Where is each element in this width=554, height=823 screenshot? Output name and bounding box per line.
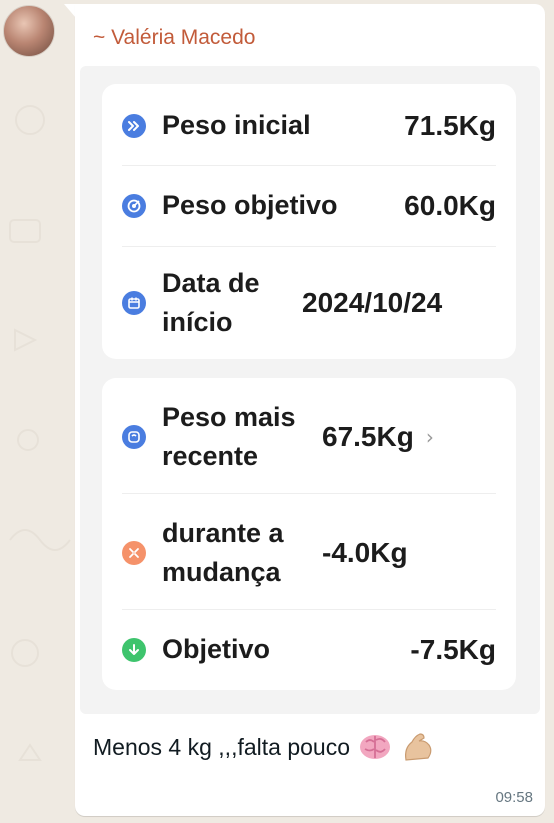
message-bubble[interactable]: ~ Valéria Macedo Peso inicial 71.5Kg Pes…	[75, 4, 545, 816]
arrow-down-icon	[122, 638, 146, 662]
row-change: durante a mudança -4.0Kg	[122, 510, 496, 596]
row-goal: Objetivo -7.5Kg	[122, 628, 496, 672]
weight-summary-card: Peso inicial 71.5Kg Peso objetivo 60.0Kg…	[102, 84, 516, 359]
row-label: Objetivo	[162, 634, 271, 665]
divider	[122, 246, 496, 247]
chevron-right-icon[interactable]: ›	[426, 425, 434, 449]
row-initial-weight: Peso inicial 71.5Kg	[122, 106, 496, 146]
flexed-biceps-emoji-icon	[400, 730, 434, 764]
row-value: 60.0Kg	[404, 190, 496, 221]
row-value: -4.0Kg	[322, 537, 408, 568]
brain-emoji-icon	[358, 732, 392, 762]
row-target-weight: Peso objetivo 60.0Kg	[122, 186, 496, 226]
row-label: durante a mudança	[162, 517, 284, 587]
row-label: Peso objetivo	[162, 190, 338, 221]
caption-text: Menos 4 kg ,,,falta pouco	[93, 733, 350, 760]
row-latest-weight[interactable]: Peso mais recente 67.5Kg ›	[122, 394, 496, 480]
divider	[122, 165, 496, 166]
row-start-date: Data de início 2024/10/24	[122, 260, 496, 346]
divider	[122, 609, 496, 610]
divider	[122, 493, 496, 494]
message-timestamp: 09:58	[495, 789, 533, 806]
row-value: -7.5Kg	[410, 634, 496, 665]
sender-name[interactable]: ~ Valéria Macedo	[93, 26, 255, 50]
row-value: 2024/10/24	[302, 287, 443, 318]
row-label: Peso inicial	[162, 110, 311, 141]
row-value: 67.5Kg	[322, 421, 414, 452]
message-caption: Menos 4 kg ,,,falta pouco	[93, 730, 434, 764]
fast-forward-icon	[122, 114, 146, 138]
row-value: 71.5Kg	[404, 110, 496, 141]
target-icon	[122, 194, 146, 218]
row-label: Peso mais recente	[162, 401, 296, 471]
scale-icon	[122, 425, 146, 449]
sender-avatar[interactable]	[3, 5, 55, 57]
attached-image[interactable]: Peso inicial 71.5Kg Peso objetivo 60.0Kg…	[80, 66, 540, 714]
weight-progress-card: Peso mais recente 67.5Kg › durante a mud…	[102, 378, 516, 690]
shrink-icon	[122, 541, 146, 565]
calendar-icon	[122, 291, 146, 315]
row-label: Data de início	[162, 267, 260, 337]
